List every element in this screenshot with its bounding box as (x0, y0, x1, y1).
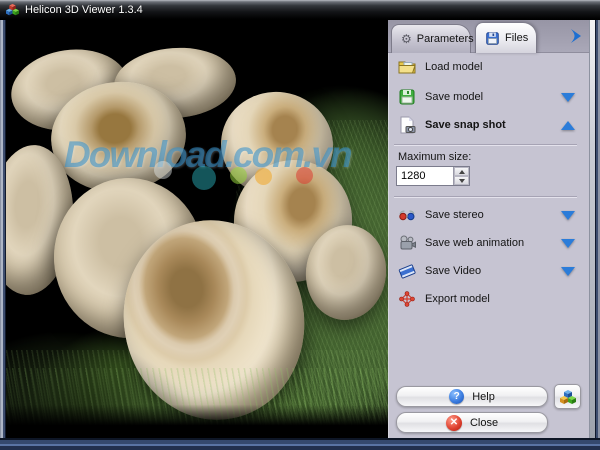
green-floppy-icon (398, 88, 416, 106)
side-panel: ⚙ Parameters Files Load model Save model… (388, 20, 589, 438)
save-web-animation-label: Save web animation (425, 237, 525, 249)
save-snapshot-collapse-arrow[interactable] (561, 120, 575, 130)
site-watermark: Download.com.vn (64, 134, 353, 175)
window-frame-bottom (0, 438, 600, 450)
max-size-label: Maximum size: (398, 151, 472, 163)
save-snapshot-label: Save snap shot (425, 119, 506, 131)
tab-parameters-label: Parameters (416, 33, 474, 45)
photo-vignette (6, 20, 388, 438)
model-viewport[interactable]: Download.com.vn (6, 20, 388, 438)
tab-files-label: Files (505, 32, 529, 44)
window-title: Helicon 3D Viewer 1.3.4 (25, 3, 143, 16)
save-snapshot-button[interactable]: Save snap shot (394, 114, 583, 136)
save-stereo-button[interactable]: Save stereo (394, 204, 583, 226)
load-model-button[interactable]: Load model (394, 56, 583, 78)
page-camera-icon (398, 116, 416, 134)
titlebar[interactable]: Helicon 3D Viewer 1.3.4 (0, 0, 600, 20)
save-model-button[interactable]: Save model (394, 86, 583, 108)
export-model-label: Export model (425, 293, 490, 305)
save-model-dropdown-arrow[interactable] (561, 92, 575, 102)
max-size-field (396, 166, 470, 186)
red-x-icon: ✕ (445, 414, 462, 431)
molecule-icon (398, 290, 416, 308)
app-logo-icon (6, 3, 19, 16)
window-frame-right (595, 20, 600, 450)
helicon-cubes-icon (559, 389, 576, 405)
help-button-label: Help (472, 390, 495, 403)
load-model-label: Load model (425, 61, 483, 73)
save-stereo-dropdown-arrow[interactable] (561, 210, 575, 220)
save-video-label: Save Video (425, 265, 482, 277)
stereo-glasses-icon (398, 206, 416, 224)
panel-scrollbar[interactable] (589, 20, 595, 438)
save-web-animation-dropdown-arrow[interactable] (561, 238, 575, 248)
helicon-logo-button[interactable] (554, 384, 581, 409)
app-window: Helicon 3D Viewer 1.3.4 Download.com.vn … (0, 0, 600, 450)
export-model-button[interactable]: Export model (394, 288, 583, 310)
next-tab-arrow[interactable] (569, 28, 583, 44)
watermark-dot (296, 167, 313, 184)
tab-bar: ⚙ Parameters Files (388, 20, 589, 53)
save-video-button[interactable]: Save Video (394, 260, 583, 282)
close-button-label: Close (469, 416, 499, 429)
blue-floppy-icon (485, 31, 500, 46)
separator (394, 144, 577, 146)
tab-files[interactable]: Files (475, 22, 537, 53)
save-stereo-label: Save stereo (425, 209, 484, 221)
save-web-animation-button[interactable]: Save web animation (394, 232, 583, 254)
max-size-spinner (453, 167, 469, 185)
watermark-dot (154, 161, 172, 179)
help-button[interactable]: ? Help (396, 386, 548, 407)
watermark-dot (192, 166, 216, 190)
max-size-spin-down[interactable] (454, 176, 469, 185)
gear-icon: ⚙ (401, 32, 412, 46)
tab-parameters[interactable]: ⚙ Parameters (391, 24, 474, 53)
watermark-dot (230, 167, 247, 184)
blue-question-icon: ? (449, 389, 465, 404)
max-size-spin-up[interactable] (454, 167, 469, 176)
save-video-dropdown-arrow[interactable] (561, 266, 575, 276)
close-button[interactable]: ✕ Close (396, 412, 548, 433)
separator (394, 196, 577, 198)
open-folder-icon (398, 58, 416, 76)
movie-camera-icon (398, 234, 416, 252)
watermark-dot (255, 168, 272, 185)
max-size-input[interactable] (397, 167, 453, 185)
save-model-label: Save model (425, 91, 484, 103)
film-clip-icon (398, 262, 416, 280)
